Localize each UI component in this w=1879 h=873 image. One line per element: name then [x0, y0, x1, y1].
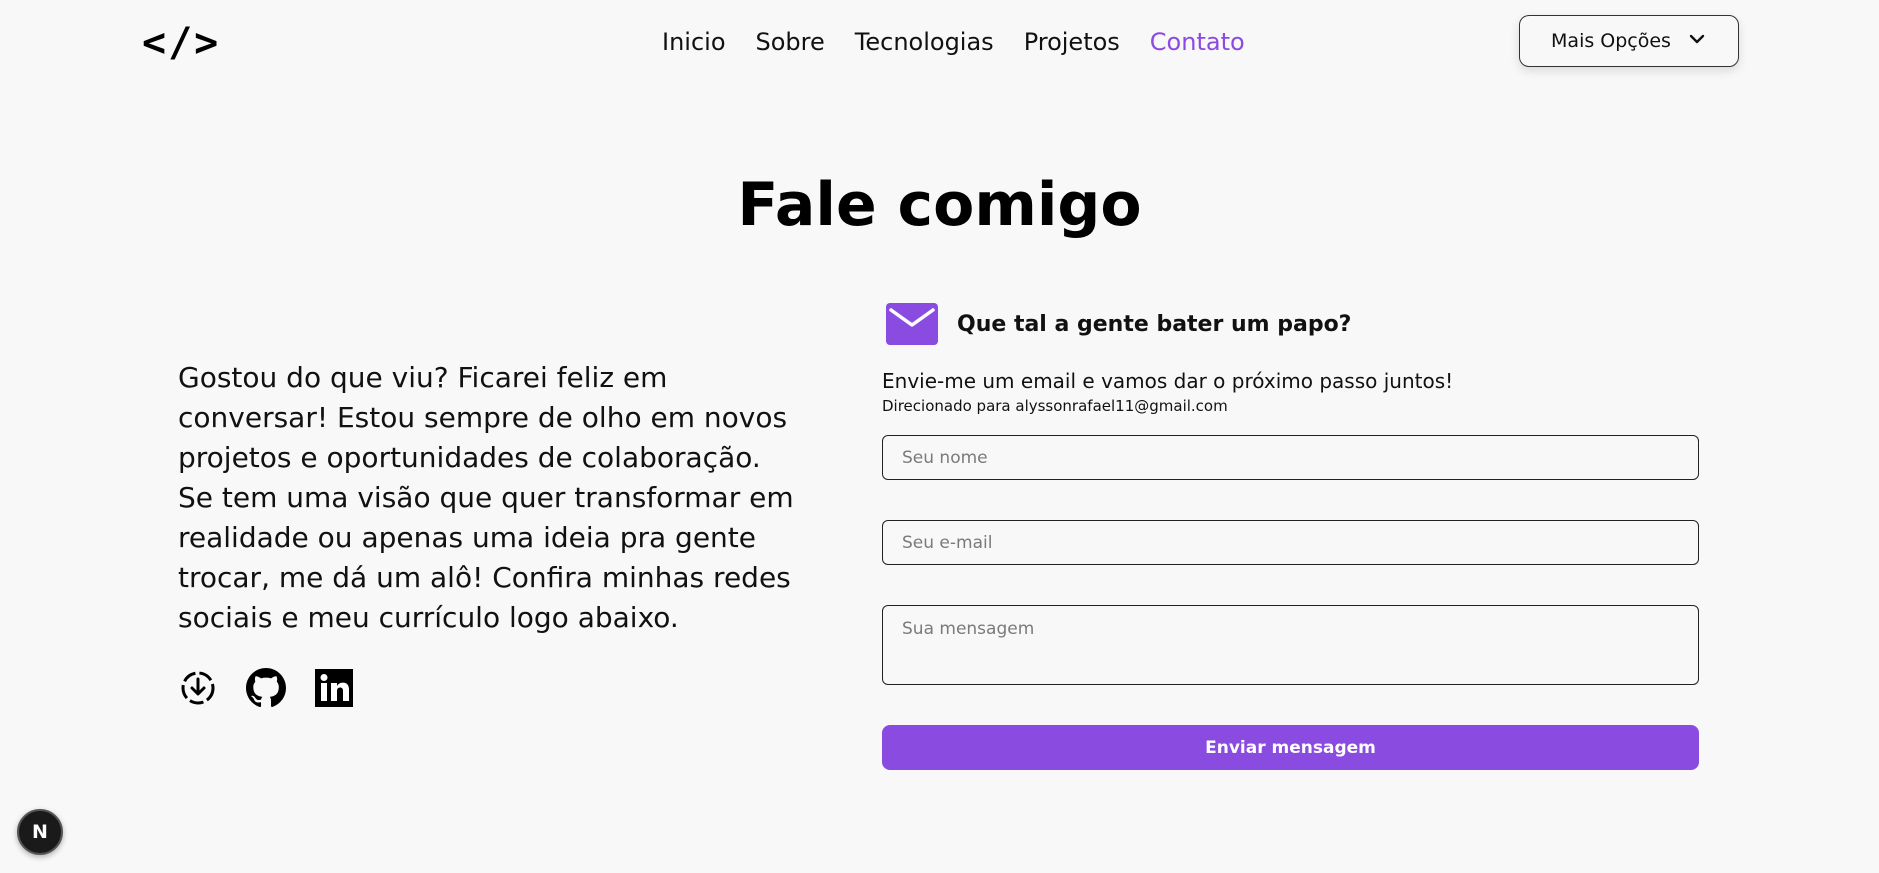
page-title: Fale comigo	[737, 170, 1142, 240]
send-message-button[interactable]: Enviar mensagem	[882, 725, 1699, 770]
nav-item-inicio[interactable]: Inicio	[662, 28, 726, 56]
logo[interactable]: </>	[142, 20, 220, 66]
contact-heading: Que tal a gente bater um papo?	[957, 312, 1352, 337]
nav-item-tecnologias[interactable]: Tecnologias	[855, 28, 994, 56]
more-options-button[interactable]: Mais Opções	[1519, 15, 1739, 67]
contact-description: Gostou do que viu? Ficarei feliz em conv…	[178, 361, 794, 634]
nav-item-projetos[interactable]: Projetos	[1024, 28, 1120, 56]
linkedin-icon[interactable]	[314, 668, 354, 708]
email-field[interactable]	[882, 520, 1699, 565]
chevron-down-icon	[1687, 29, 1707, 54]
main-nav: Inicio Sobre Tecnologias Projetos Contat…	[662, 28, 1245, 56]
nav-item-contato[interactable]: Contato	[1150, 28, 1245, 56]
contact-intro: Envie-me um email e vamos dar o próximo …	[882, 369, 1454, 393]
mail-icon	[886, 303, 938, 345]
github-icon[interactable]	[246, 668, 286, 708]
contact-redirect-email: Direcionado para alyssonrafael11@gmail.c…	[882, 397, 1228, 415]
social-links	[178, 668, 354, 708]
more-options-label: Mais Opções	[1551, 30, 1671, 52]
name-field[interactable]	[882, 435, 1699, 480]
nav-item-sobre[interactable]: Sobre	[756, 28, 825, 56]
next-dev-badge[interactable]: N	[17, 809, 63, 855]
download-resume-icon[interactable]	[178, 668, 218, 708]
message-field[interactable]	[882, 605, 1699, 685]
